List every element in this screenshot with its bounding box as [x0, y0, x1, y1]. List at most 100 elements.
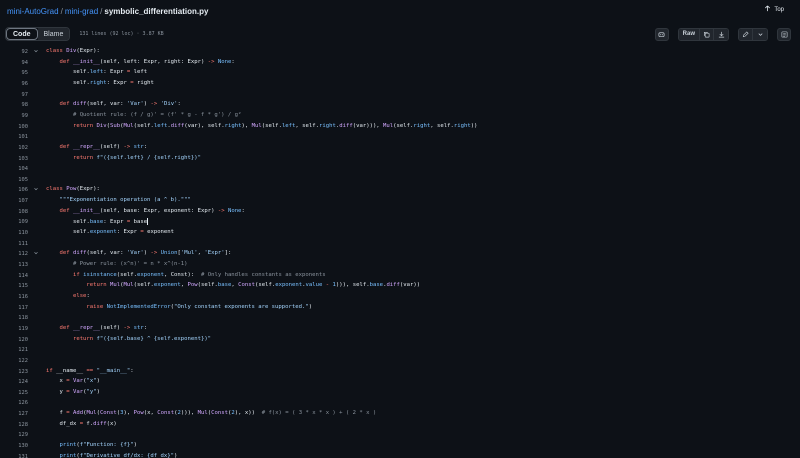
code-text: def __repr__(self) -> str: [59, 143, 148, 150]
code-text: self.right: Expr = right [72, 79, 154, 86]
line-number[interactable]: 130 [8, 443, 28, 449]
line-number[interactable]: 97 [8, 92, 29, 98]
code-text: raise NotImplementedError("Only constant… [86, 303, 313, 310]
line-number[interactable]: 104 [8, 166, 28, 172]
download-button[interactable] [714, 28, 728, 40]
code-line: 124 x = Var("x") [0, 376, 800, 387]
line-number[interactable]: 115 [8, 283, 28, 289]
line-number[interactable]: 105 [8, 177, 28, 183]
line-number[interactable]: 117 [8, 305, 28, 311]
line-number[interactable]: 103 [8, 156, 28, 162]
code-line: 114 if isinstance(self.exponent, Const):… [0, 270, 800, 281]
code-text: f = Add(Mul(Const(3), Pow(x, Const(2))),… [46, 410, 377, 417]
code-text: """Exponentiation operation (a ^ b).""" [59, 197, 191, 204]
copilot-button[interactable] [654, 25, 669, 43]
file-actions: Raw [654, 25, 791, 43]
line-number[interactable]: 108 [8, 209, 28, 215]
code-text: class Div(Expr): [46, 48, 100, 54]
line-number[interactable]: 101 [8, 134, 28, 140]
code-text: def __init__(self, left: Expr, right: Ex… [59, 58, 235, 65]
line-number[interactable]: 128 [8, 422, 28, 428]
line-number[interactable]: 124 [8, 379, 28, 385]
code-line: 101 [0, 131, 800, 142]
code-line: 102 def __repr__(self) -> str: [0, 142, 800, 153]
code-text: # Power rule: (x^n)' = n * x^(n-1) [72, 261, 188, 267]
line-number[interactable]: 102 [8, 145, 28, 151]
tab-blame[interactable]: Blame [37, 28, 70, 40]
edit-button[interactable] [739, 28, 753, 40]
top-button[interactable]: Top [764, 5, 784, 14]
edit-group [738, 27, 768, 41]
line-number[interactable]: 131 [8, 454, 28, 458]
code-line: 126 [0, 397, 800, 408]
line-number[interactable]: 100 [8, 124, 28, 130]
download-icon [718, 29, 725, 40]
code-line: 104 [0, 163, 800, 174]
line-number[interactable]: 92 [8, 49, 29, 55]
line-number[interactable]: 119 [8, 326, 28, 332]
edit-more-button[interactable] [753, 28, 767, 40]
code-text: print(f"Derivative df/dx: {df_dx}") [59, 452, 178, 458]
line-number[interactable]: 96 [8, 81, 29, 87]
line-number[interactable]: 107 [8, 198, 28, 204]
code-line: 125 y = Var("y") [0, 387, 800, 398]
copilot-icon [658, 25, 665, 43]
code-line: 127 f = Add(Mul(Const(3), Pow(x, Const(2… [0, 408, 800, 419]
copy-raw-button[interactable] [700, 28, 714, 40]
text-cursor [147, 218, 149, 226]
line-number[interactable]: 94 [8, 60, 29, 66]
line-number[interactable]: 123 [8, 369, 28, 375]
line-number[interactable]: 121 [8, 347, 28, 353]
line-number[interactable]: 122 [8, 358, 28, 364]
symbols-panel-icon [781, 25, 788, 43]
line-number[interactable]: 126 [8, 400, 28, 406]
copy-icon [703, 29, 710, 40]
line-number[interactable]: 127 [8, 411, 28, 417]
raw-button[interactable]: Raw [678, 28, 700, 40]
code-text: else: [72, 292, 90, 299]
code-line: 120 return f"({self.base} ^ {self.expone… [0, 334, 800, 345]
line-number[interactable]: 106 [8, 187, 28, 193]
line-number[interactable]: 98 [8, 102, 29, 108]
tab-code[interactable]: Code [6, 28, 38, 40]
line-number[interactable]: 99 [8, 113, 29, 119]
code-line: 129 [0, 429, 800, 440]
code-line: 112 def diff(self, var: 'Var') -> Union[… [0, 248, 800, 259]
file-toolbar: Code Blame 131 lines (92 loc) · 3.87 KB … [4, 25, 794, 43]
symbols-panel-button[interactable] [777, 25, 791, 43]
code-text: if isinstance(self.exponent, Const): # O… [72, 271, 326, 278]
code-line: 111 [0, 238, 800, 249]
line-number[interactable]: 109 [8, 219, 28, 225]
fold-chevron-icon[interactable] [33, 48, 39, 56]
line-number[interactable]: 118 [8, 315, 28, 321]
code-line: 107 """Exponentiation operation (a ^ b).… [0, 195, 800, 206]
code-line: 97 [0, 89, 800, 100]
code-line: 99 # Quotient rule: (f / g)' = (f' * g -… [0, 110, 800, 121]
line-number[interactable]: 129 [8, 432, 28, 438]
arrow-up-icon [764, 5, 771, 14]
line-number[interactable]: 113 [8, 262, 28, 268]
line-number[interactable]: 125 [8, 390, 28, 396]
line-number[interactable]: 111 [8, 241, 28, 247]
code-text: class Pow(Expr): [46, 186, 100, 193]
breadcrumb-repo-link[interactable]: mini-AutoGrad [7, 7, 59, 16]
code-line: 131 print(f"Derivative df/dx: {df_dx}") [0, 451, 800, 458]
fold-chevron-icon[interactable] [33, 250, 39, 258]
line-number[interactable]: 112 [8, 251, 28, 257]
code-line: 108 def __init__(self, base: Expr, expon… [0, 206, 800, 217]
line-number[interactable]: 95 [8, 70, 29, 76]
code-text: print(f"Function: {f}") [59, 442, 137, 449]
line-number[interactable]: 120 [8, 337, 28, 343]
breadcrumb-folder-link[interactable]: mini-grad [65, 7, 98, 16]
code-text: self.left: Expr = left [72, 69, 148, 76]
file-header: mini-AutoGrad / mini-grad / symbolic_dif… [0, 0, 800, 22]
code-line: 117 raise NotImplementedError("Only cons… [0, 302, 800, 313]
code-view[interactable]: 92 class Div(Expr): 94 def __init__(self, … [0, 45, 800, 458]
breadcrumb-separator: / [60, 6, 63, 16]
fold-chevron-icon[interactable] [33, 186, 39, 194]
line-number[interactable]: 114 [8, 273, 28, 279]
code-text: self.exponent: Expr = exponent [72, 229, 175, 236]
line-number[interactable]: 110 [8, 230, 28, 236]
line-number[interactable]: 116 [8, 294, 28, 300]
code-text: if __name__ == "__main__": [46, 367, 134, 374]
